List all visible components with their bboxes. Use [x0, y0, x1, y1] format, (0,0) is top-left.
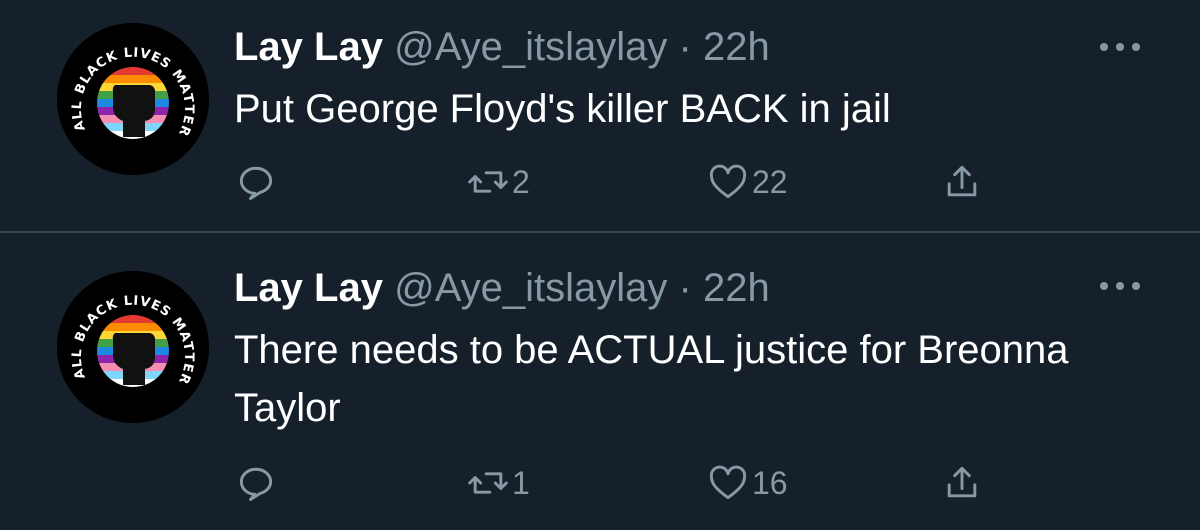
heart-icon — [709, 465, 747, 500]
tweet-actions: 2 22 — [234, 160, 994, 204]
retweet-icon — [468, 171, 508, 193]
all-black-lives-matter-fist-avatar: ALL BLACK LIVES MATTER — [57, 23, 209, 175]
separator-dot: · — [678, 25, 692, 69]
retweet-count: 2 — [512, 164, 530, 200]
separator-dot: · — [678, 266, 692, 310]
user-handle[interactable]: @Aye_itslaylay — [394, 266, 667, 310]
all-black-lives-matter-fist-avatar: ALL BLACK LIVES MATTER — [57, 271, 209, 423]
retweet-count: 1 — [512, 465, 530, 501]
tweet-header: Lay Lay @Aye_itslaylay · 22h — [234, 263, 770, 313]
share-icon — [947, 466, 977, 498]
more-options-icon[interactable] — [1100, 279, 1140, 293]
reply-icon — [239, 166, 273, 200]
retweet-button[interactable]: 1 — [466, 461, 530, 505]
tweet[interactable]: ALL BLACK LIVES MATTER Lay Lay @Aye_itsl… — [0, 233, 1200, 530]
tweet-text: Put George Floyd's killer BACK in jail — [234, 87, 891, 131]
like-count: 22 — [752, 164, 788, 200]
reply-icon — [239, 467, 273, 501]
reply-button[interactable] — [234, 160, 278, 204]
avatar[interactable]: ALL BLACK LIVES MATTER — [57, 271, 209, 423]
heart-icon — [709, 164, 747, 199]
timestamp[interactable]: 22h — [703, 266, 770, 310]
user-handle[interactable]: @Aye_itslaylay — [394, 25, 667, 69]
retweet-icon — [468, 472, 508, 494]
share-button[interactable] — [940, 160, 984, 204]
share-icon — [947, 165, 977, 197]
timestamp[interactable]: 22h — [703, 25, 770, 69]
display-name[interactable]: Lay Lay — [234, 266, 383, 310]
tweet-header: Lay Lay @Aye_itslaylay · 22h — [234, 22, 770, 72]
reply-button[interactable] — [234, 461, 278, 505]
retweet-button[interactable]: 2 — [466, 160, 530, 204]
tweet-actions: 1 16 — [234, 461, 994, 505]
like-button[interactable]: 16 — [706, 461, 788, 505]
like-count: 16 — [752, 465, 788, 501]
tweet[interactable]: ALL BLACK LIVES MATTER Lay Lay @Aye_itsl… — [0, 0, 1200, 232]
more-options-icon[interactable] — [1100, 40, 1140, 54]
share-button[interactable] — [940, 461, 984, 505]
timeline: ALL BLACK LIVES MATTER Lay Lay @Aye_itsl… — [0, 0, 1200, 530]
tweet-text: There needs to be ACTUAL justice for Bre… — [234, 328, 1069, 430]
avatar[interactable]: ALL BLACK LIVES MATTER — [57, 23, 209, 175]
display-name[interactable]: Lay Lay — [234, 25, 383, 69]
like-button[interactable]: 22 — [706, 160, 788, 204]
